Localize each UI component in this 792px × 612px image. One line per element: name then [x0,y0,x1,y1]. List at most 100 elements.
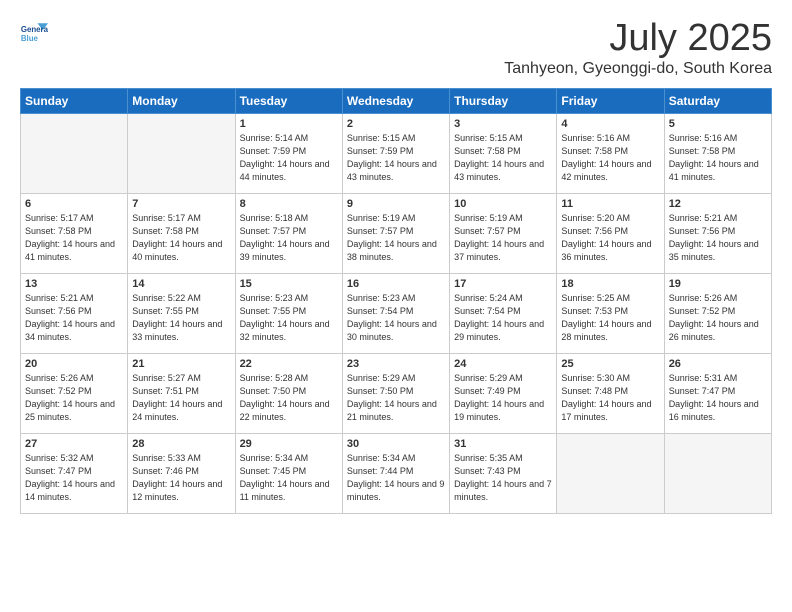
day-number: 16 [347,278,445,290]
day-number: 31 [454,438,552,450]
calendar-cell [664,433,771,513]
day-number: 14 [132,278,230,290]
day-info: Sunrise: 5:23 AMSunset: 7:55 PMDaylight:… [240,292,338,344]
calendar-cell: 7Sunrise: 5:17 AMSunset: 7:58 PMDaylight… [128,193,235,273]
day-number: 28 [132,438,230,450]
weekday-header-row: SundayMondayTuesdayWednesdayThursdayFrid… [21,88,772,113]
day-number: 9 [347,198,445,210]
day-number: 8 [240,198,338,210]
day-info: Sunrise: 5:15 AMSunset: 7:59 PMDaylight:… [347,132,445,184]
calendar-cell: 5Sunrise: 5:16 AMSunset: 7:58 PMDaylight… [664,113,771,193]
calendar-cell: 27Sunrise: 5:32 AMSunset: 7:47 PMDayligh… [21,433,128,513]
day-number: 15 [240,278,338,290]
day-number: 1 [240,118,338,130]
day-number: 7 [132,198,230,210]
day-info: Sunrise: 5:19 AMSunset: 7:57 PMDaylight:… [347,212,445,264]
weekday-header-monday: Monday [128,88,235,113]
month-title: July 2025 [504,18,772,60]
calendar-cell: 31 Sunrise: 5:35 AMSunset: 7:43 PMDayligh… [450,433,557,513]
weekday-header-thursday: Thursday [450,88,557,113]
day-number: 23 [347,358,445,370]
day-number: 19 [669,278,767,290]
day-info: Sunrise: 5:27 AMSunset: 7:51 PMDaylight:… [132,372,230,424]
calendar-cell: 25 Sunrise: 5:30 AMSunset: 7:48 PMDayligh… [557,353,664,433]
week-row-3: 13 Sunrise: 5:21 AMSunset: 7:56 PMDayligh… [21,273,772,353]
day-info: Sunrise: 5:22 AMSunset: 7:55 PMDaylight:… [132,292,230,344]
calendar-cell: 9 Sunrise: 5:19 AMSunset: 7:57 PMDaylight… [342,193,449,273]
calendar-cell: 6Sunrise: 5:17 AMSunset: 7:58 PMDaylight… [21,193,128,273]
calendar-cell: 8 Sunrise: 5:18 AMSunset: 7:57 PMDaylight… [235,193,342,273]
day-number: 2 [347,118,445,130]
calendar-cell: 24Sunrise: 5:29 AMSunset: 7:49 PMDayligh… [450,353,557,433]
calendar-cell: 28 Sunrise: 5:33 AMSunset: 7:46 PMDayligh… [128,433,235,513]
svg-text:Blue: Blue [21,34,39,43]
calendar-cell: 21Sunrise: 5:27 AMSunset: 7:51 PMDayligh… [128,353,235,433]
day-info: Sunrise: 5:29 AMSunset: 7:50 PMDaylight:… [347,372,445,424]
day-info: Sunrise: 5:30 AMSunset: 7:48 PMDaylight:… [561,372,659,424]
location-title: Tanhyeon, Gyeonggi-do, South Korea [504,60,772,78]
day-info: Sunrise: 5:34 AMSunset: 7:45 PMDaylight:… [240,452,338,504]
calendar-cell: 16 Sunrise: 5:23 AMSunset: 7:54 PMDayligh… [342,273,449,353]
calendar-cell: 15 Sunrise: 5:23 AMSunset: 7:55 PMDayligh… [235,273,342,353]
calendar-cell: 26 Sunrise: 5:31 AMSunset: 7:47 PMDayligh… [664,353,771,433]
day-info: Sunrise: 5:20 AMSunset: 7:56 PMDaylight:… [561,212,659,264]
day-number: 22 [240,358,338,370]
day-info: Sunrise: 5:28 AMSunset: 7:50 PMDaylight:… [240,372,338,424]
day-info: Sunrise: 5:17 AMSunset: 7:58 PMDaylight:… [25,212,123,264]
title-block: July 2025 Tanhyeon, Gyeonggi-do, South K… [504,18,772,78]
logo: General Blue [20,18,48,46]
weekday-header-friday: Friday [557,88,664,113]
day-info: Sunrise: 5:35 AMSunset: 7:43 PMDaylight:… [454,452,552,504]
calendar-cell: 2 Sunrise: 5:15 AMSunset: 7:59 PMDaylight… [342,113,449,193]
day-number: 26 [669,358,767,370]
calendar-cell: 12 Sunrise: 5:21 AMSunset: 7:56 PMDayligh… [664,193,771,273]
calendar-cell [21,113,128,193]
day-info: Sunrise: 5:23 AMSunset: 7:54 PMDaylight:… [347,292,445,344]
calendar-cell: 22 Sunrise: 5:28 AMSunset: 7:50 PMDayligh… [235,353,342,433]
day-info: Sunrise: 5:24 AMSunset: 7:54 PMDaylight:… [454,292,552,344]
day-info: Sunrise: 5:21 AMSunset: 7:56 PMDaylight:… [25,292,123,344]
weekday-header-wednesday: Wednesday [342,88,449,113]
day-number: 25 [561,358,659,370]
day-number: 5 [669,118,767,130]
logo-icon: General Blue [20,18,48,46]
day-info: Sunrise: 5:25 AMSunset: 7:53 PMDaylight:… [561,292,659,344]
page: General Blue July 2025 Tanhyeon, Gyeongg… [0,0,792,612]
weekday-header-sunday: Sunday [21,88,128,113]
day-info: Sunrise: 5:32 AMSunset: 7:47 PMDaylight:… [25,452,123,504]
calendar-cell: 17Sunrise: 5:24 AMSunset: 7:54 PMDayligh… [450,273,557,353]
day-number: 10 [454,198,552,210]
day-info: Sunrise: 5:29 AMSunset: 7:49 PMDaylight:… [454,372,552,424]
day-info: Sunrise: 5:34 AMSunset: 7:44 PMDaylight:… [347,452,445,504]
day-number: 12 [669,198,767,210]
day-info: Sunrise: 5:33 AMSunset: 7:46 PMDaylight:… [132,452,230,504]
calendar-cell: 14 Sunrise: 5:22 AMSunset: 7:55 PMDayligh… [128,273,235,353]
day-info: Sunrise: 5:14 AMSunset: 7:59 PMDaylight:… [240,132,338,184]
week-row-2: 6Sunrise: 5:17 AMSunset: 7:58 PMDaylight… [21,193,772,273]
calendar-cell: 3 Sunrise: 5:15 AMSunset: 7:58 PMDaylight… [450,113,557,193]
day-number: 11 [561,198,659,210]
calendar-cell: 23 Sunrise: 5:29 AMSunset: 7:50 PMDayligh… [342,353,449,433]
day-info: Sunrise: 5:18 AMSunset: 7:57 PMDaylight:… [240,212,338,264]
day-info: Sunrise: 5:15 AMSunset: 7:58 PMDaylight:… [454,132,552,184]
calendar-cell: 13 Sunrise: 5:21 AMSunset: 7:56 PMDayligh… [21,273,128,353]
weekday-header-tuesday: Tuesday [235,88,342,113]
day-number: 20 [25,358,123,370]
calendar-cell: 10 Sunrise: 5:19 AMSunset: 7:57 PMDayligh… [450,193,557,273]
day-info: Sunrise: 5:19 AMSunset: 7:57 PMDaylight:… [454,212,552,264]
header: General Blue July 2025 Tanhyeon, Gyeongg… [20,18,772,78]
day-number: 18 [561,278,659,290]
day-info: Sunrise: 5:26 AMSunset: 7:52 PMDaylight:… [25,372,123,424]
day-number: 29 [240,438,338,450]
day-info: Sunrise: 5:31 AMSunset: 7:47 PMDaylight:… [669,372,767,424]
day-number: 13 [25,278,123,290]
week-row-5: 27Sunrise: 5:32 AMSunset: 7:47 PMDayligh… [21,433,772,513]
week-row-4: 20 Sunrise: 5:26 AMSunset: 7:52 PMDayligh… [21,353,772,433]
calendar-cell: 4Sunrise: 5:16 AMSunset: 7:58 PMDaylight… [557,113,664,193]
day-info: Sunrise: 5:21 AMSunset: 7:56 PMDaylight:… [669,212,767,264]
svg-text:General: General [21,25,48,34]
day-number: 3 [454,118,552,130]
week-row-1: 1 Sunrise: 5:14 AMSunset: 7:59 PMDaylight… [21,113,772,193]
day-number: 30 [347,438,445,450]
weekday-header-saturday: Saturday [664,88,771,113]
